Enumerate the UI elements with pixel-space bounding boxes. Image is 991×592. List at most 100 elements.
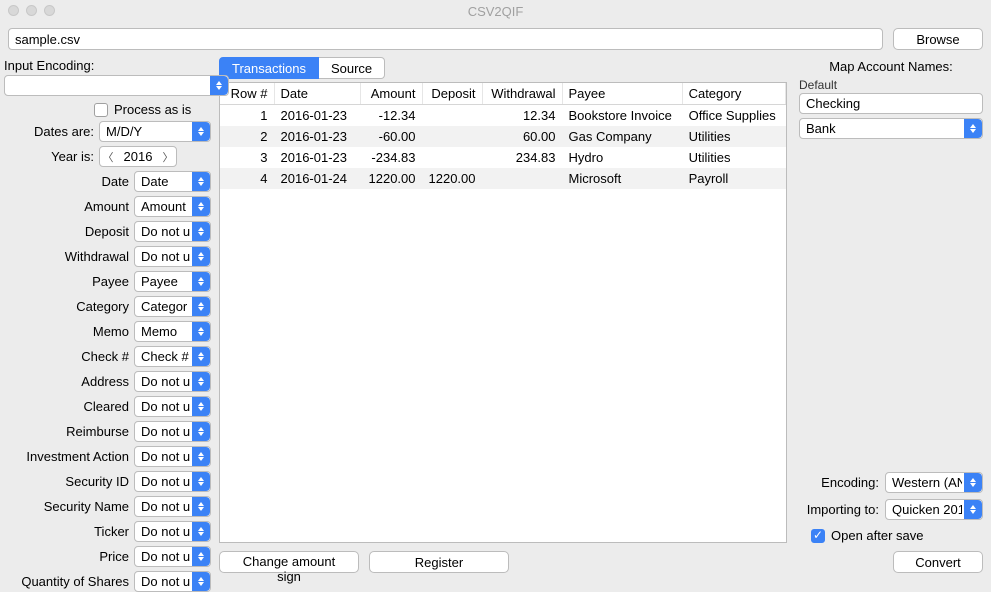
year-value: 2016 bbox=[116, 149, 160, 164]
file-path-input[interactable] bbox=[8, 28, 883, 50]
chevron-updown-icon bbox=[196, 297, 206, 316]
chevron-updown-icon bbox=[196, 347, 206, 366]
chevron-updown-icon bbox=[196, 447, 206, 466]
account-type-select[interactable]: Bank bbox=[799, 118, 983, 139]
map-label: Price bbox=[4, 549, 129, 564]
chevron-updown-icon bbox=[968, 119, 978, 138]
chevron-updown-icon bbox=[968, 500, 978, 519]
map-label: Ticker bbox=[4, 524, 129, 539]
col-category[interactable]: Category bbox=[682, 83, 785, 105]
map-label: Withdrawal bbox=[4, 249, 129, 264]
map-label: Cleared bbox=[4, 399, 129, 414]
importing-to-select[interactable]: Quicken 2014 bbox=[885, 499, 983, 520]
table-header-row: Row # Date Amount Deposit Withdrawal Pay… bbox=[220, 83, 786, 105]
map-security-id-select[interactable]: Do not u bbox=[134, 471, 211, 492]
browse-button[interactable]: Browse bbox=[893, 28, 983, 50]
file-row: Browse bbox=[0, 22, 991, 56]
change-amount-sign-button[interactable]: Change amount sign bbox=[219, 551, 359, 573]
col-payee[interactable]: Payee bbox=[562, 83, 682, 105]
tabs: Transactions Source bbox=[219, 56, 787, 80]
chevron-updown-icon bbox=[196, 197, 206, 216]
chevron-updown-icon bbox=[196, 122, 206, 141]
close-icon[interactable] bbox=[8, 5, 19, 16]
map-label: Check # bbox=[4, 349, 129, 364]
open-after-save-label: Open after save bbox=[831, 528, 924, 543]
year-stepper[interactable]: 〈 2016 〉 bbox=[99, 146, 177, 167]
map-check-select[interactable]: Check # bbox=[134, 346, 211, 367]
year-is-label: Year is: bbox=[4, 149, 94, 164]
map-withdrawal-select[interactable]: Do not u bbox=[134, 246, 211, 267]
dates-are-label: Dates are: bbox=[4, 124, 94, 139]
map-label: Date bbox=[4, 174, 129, 189]
chevron-updown-icon bbox=[196, 222, 206, 241]
zoom-icon[interactable] bbox=[44, 5, 55, 16]
open-after-save-checkbox[interactable] bbox=[811, 529, 825, 543]
map-address-select[interactable]: Do not u bbox=[134, 371, 211, 392]
main-area: Input Encoding: Process as is Dates are:… bbox=[0, 56, 991, 581]
chevron-updown-icon bbox=[196, 247, 206, 266]
encoding-select[interactable]: Western (ANS bbox=[885, 472, 983, 493]
map-reimburse-select[interactable]: Do not u bbox=[134, 421, 211, 442]
col-deposit[interactable]: Deposit bbox=[422, 83, 482, 105]
process-as-is-label: Process as is bbox=[114, 102, 191, 117]
transactions-table: Row # Date Amount Deposit Withdrawal Pay… bbox=[219, 82, 787, 543]
map-cleared-select[interactable]: Do not u bbox=[134, 396, 211, 417]
chevron-updown-icon bbox=[196, 522, 206, 541]
map-label: Investment Action bbox=[4, 449, 129, 464]
register-button[interactable]: Register bbox=[369, 551, 509, 573]
map-investment-action-select[interactable]: Do not u bbox=[134, 446, 211, 467]
chevron-updown-icon bbox=[196, 422, 206, 441]
map-price-select[interactable]: Do not u bbox=[134, 546, 211, 567]
col-amount[interactable]: Amount bbox=[360, 83, 422, 105]
chevron-updown-icon bbox=[968, 473, 978, 492]
chevron-updown-icon bbox=[196, 472, 206, 491]
map-ticker-select[interactable]: Do not u bbox=[134, 521, 211, 542]
map-amount-select[interactable]: Amount bbox=[134, 196, 211, 217]
convert-button[interactable]: Convert bbox=[893, 551, 983, 573]
map-label: Deposit bbox=[4, 224, 129, 239]
map-memo-select[interactable]: Memo bbox=[134, 321, 211, 342]
chevron-updown-icon bbox=[196, 172, 206, 191]
chevron-updown-icon bbox=[196, 547, 206, 566]
year-prev-button[interactable]: 〈 bbox=[100, 149, 116, 165]
map-quantity-select[interactable]: Do not u bbox=[134, 571, 211, 592]
map-deposit-select[interactable]: Do not u bbox=[134, 221, 211, 242]
table-row[interactable]: 4 2016-01-24 1220.00 1220.00 Microsoft P… bbox=[220, 168, 786, 189]
input-encoding-label: Input Encoding: bbox=[4, 58, 211, 73]
map-label: Amount bbox=[4, 199, 129, 214]
map-label: Security Name bbox=[4, 499, 129, 514]
chevron-updown-icon bbox=[196, 372, 206, 391]
chevron-updown-icon bbox=[196, 397, 206, 416]
table-row[interactable]: 3 2016-01-23 -234.83 234.83 Hydro Utilit… bbox=[220, 147, 786, 168]
map-label: Security ID bbox=[4, 474, 129, 489]
map-security-name-select[interactable]: Do not u bbox=[134, 496, 211, 517]
tab-transactions[interactable]: Transactions bbox=[219, 57, 319, 79]
chevron-updown-icon bbox=[196, 272, 206, 291]
chevron-updown-icon bbox=[196, 572, 206, 591]
default-label: Default bbox=[799, 78, 983, 92]
col-withdrawal[interactable]: Withdrawal bbox=[482, 83, 562, 105]
window-controls bbox=[8, 5, 55, 16]
window-title: CSV2QIF bbox=[468, 4, 524, 19]
year-next-button[interactable]: 〉 bbox=[160, 149, 176, 165]
right-panel: Map Account Names: Default Bank Encoding… bbox=[791, 56, 991, 581]
input-encoding-select[interactable] bbox=[4, 75, 229, 96]
col-date[interactable]: Date bbox=[274, 83, 360, 105]
chevron-updown-icon bbox=[214, 76, 224, 95]
table-row[interactable]: 2 2016-01-23 -60.00 60.00 Gas Company Ut… bbox=[220, 126, 786, 147]
process-as-is-checkbox[interactable] bbox=[94, 103, 108, 117]
default-account-input[interactable] bbox=[799, 93, 983, 114]
map-label: Quantity of Shares bbox=[4, 574, 129, 589]
map-payee-select[interactable]: Payee bbox=[134, 271, 211, 292]
minimize-icon[interactable] bbox=[26, 5, 37, 16]
map-date-select[interactable]: Date bbox=[134, 171, 211, 192]
titlebar: CSV2QIF bbox=[0, 0, 991, 22]
map-category-select[interactable]: Categor bbox=[134, 296, 211, 317]
encoding-label: Encoding: bbox=[799, 475, 879, 490]
map-label: Category bbox=[4, 299, 129, 314]
bottom-buttons: Change amount sign Register bbox=[219, 543, 787, 581]
dates-are-select[interactable]: M/D/Y bbox=[99, 121, 211, 142]
center-panel: Transactions Source Row # Date Amount De… bbox=[215, 56, 791, 581]
table-row[interactable]: 1 2016-01-23 -12.34 12.34 Bookstore Invo… bbox=[220, 105, 786, 127]
tab-source[interactable]: Source bbox=[319, 57, 385, 79]
